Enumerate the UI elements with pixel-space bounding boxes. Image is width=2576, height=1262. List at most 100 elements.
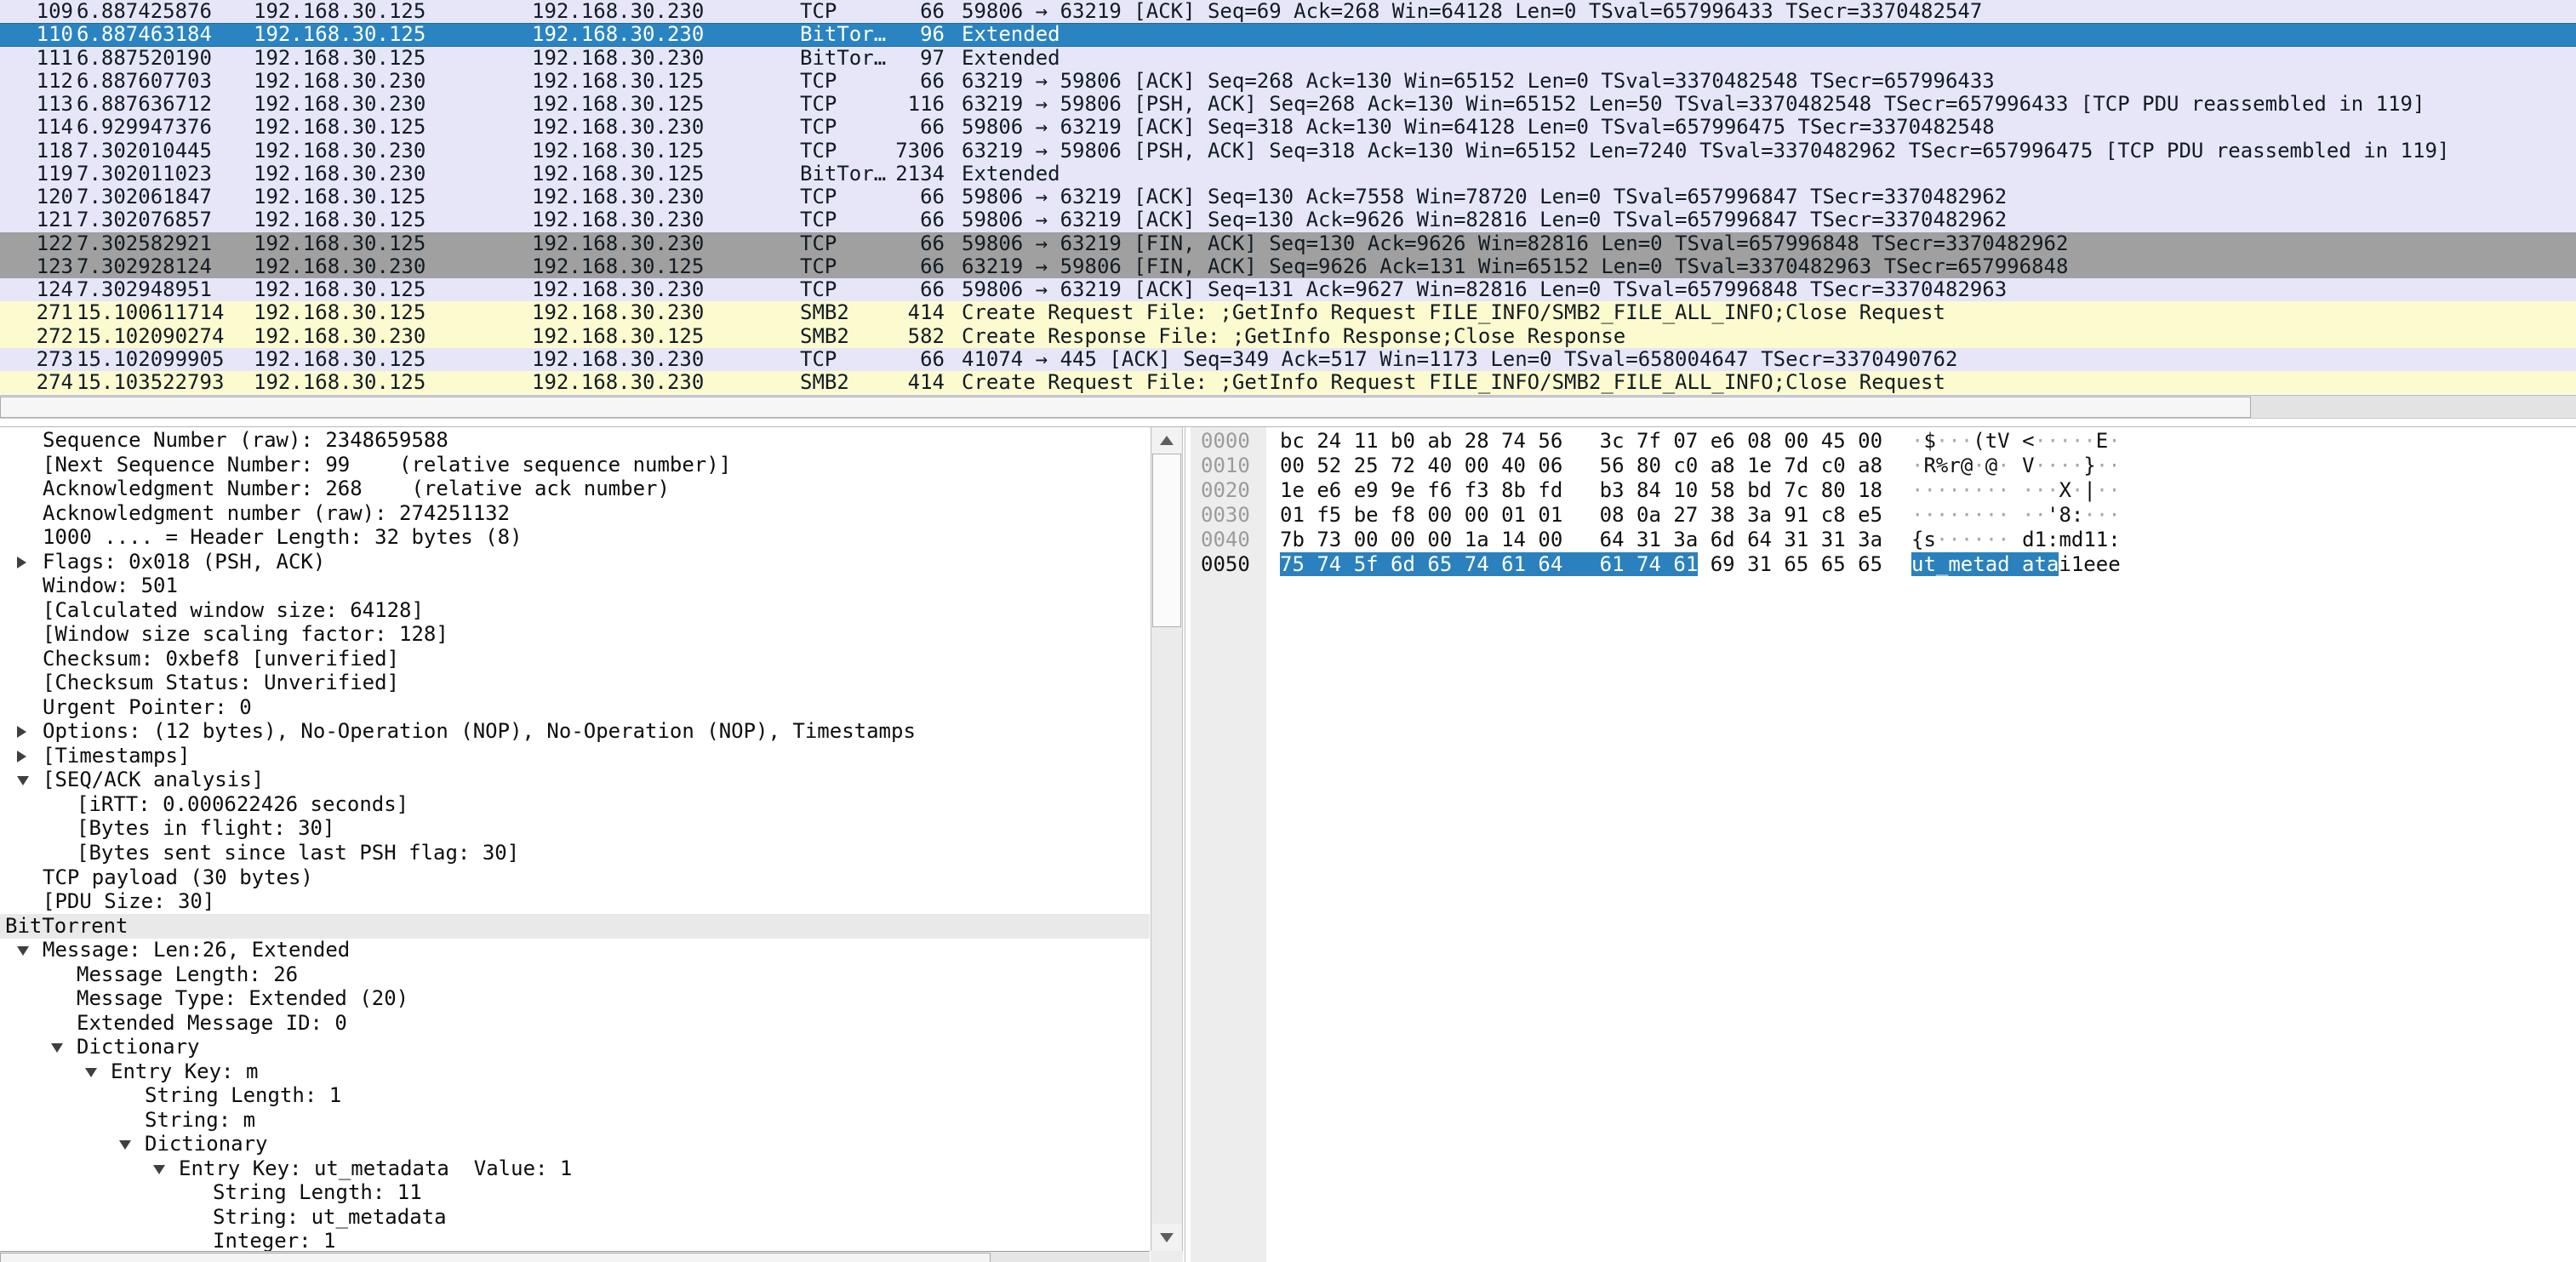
expand-arrow-icon[interactable]: [17, 726, 26, 738]
collapse-arrow-icon[interactable]: [17, 946, 29, 956]
detail-tree-row[interactable]: Entry Key: m: [0, 1059, 1150, 1084]
detail-tree-row[interactable]: Message: Len:26, Extended: [0, 938, 1150, 962]
hex-ascii[interactable]: ut_metad atai1eee: [1911, 552, 2121, 577]
collapse-arrow-icon[interactable]: [51, 1043, 63, 1053]
hex-bytes[interactable]: 7b 73 00 00 00 1a 14 00 64 31 3a 6d 64 3…: [1280, 528, 1882, 552]
hex-ascii[interactable]: ·$···(tV <·····E·: [1911, 429, 2121, 454]
detail-tree-row[interactable]: Checksum: 0xbef8 [unverified]: [0, 647, 1150, 671]
detail-tree-row[interactable]: [PDU Size: 30]: [0, 889, 1150, 914]
hex-bytes[interactable]: 01 f5 be f8 00 00 01 01 08 0a 27 38 3a 9…: [1280, 503, 1882, 528]
collapse-arrow-icon[interactable]: [85, 1068, 97, 1077]
cell-time: 15.102099905: [77, 348, 209, 371]
cell-source: 192.168.30.125: [254, 116, 517, 139]
packet-row[interactable]: 1187.302010445192.168.30.230192.168.30.1…: [0, 140, 2576, 163]
cell-time: 6.887607703: [77, 70, 209, 93]
detail-tree-row[interactable]: [iRTT: 0.000622426 seconds]: [0, 792, 1150, 817]
packet-row[interactable]: 27215.102090274192.168.30.230192.168.30.…: [0, 325, 2576, 348]
packet-row[interactable]: 1146.929947376192.168.30.125192.168.30.2…: [0, 116, 2576, 139]
packet-row[interactable]: 1237.302928124192.168.30.230192.168.30.1…: [0, 255, 2576, 278]
hex-bytes-rest[interactable]: 69 31 65 65 65: [1698, 552, 1882, 576]
detail-tree-row[interactable]: [SEQ/ACK analysis]: [0, 768, 1150, 792]
hex-ascii[interactable]: {s······ d1:md11:: [1911, 528, 2121, 552]
packet-row[interactable]: 1207.302061847192.168.30.125192.168.30.2…: [0, 186, 2576, 208]
details-vertical-scrollbar[interactable]: [1151, 427, 1183, 1251]
packet-list-hscroll-thumb[interactable]: [0, 397, 2251, 418]
packet-row[interactable]: 1197.302011023192.168.30.230192.168.30.1…: [0, 163, 2576, 186]
packet-row[interactable]: 27315.102099905192.168.30.125192.168.30.…: [0, 348, 2576, 371]
detail-tree-row[interactable]: Urgent Pointer: 0: [0, 695, 1150, 720]
detail-tree-row[interactable]: String Length: 11: [0, 1180, 1150, 1205]
detail-tree-row[interactable]: [Timestamps]: [0, 744, 1150, 768]
detail-tree-row[interactable]: Dictionary: [0, 1035, 1150, 1059]
detail-tree-row[interactable]: Flags: 0x018 (PSH, ACK): [0, 550, 1150, 574]
packet-row[interactable]: 1096.887425876192.168.30.125192.168.30.2…: [0, 0, 2576, 23]
detail-tree-row[interactable]: Entry Key: ut_metadata Value: 1: [0, 1156, 1150, 1181]
scroll-up-button[interactable]: [1152, 427, 1181, 454]
hex-row: 00407b 73 00 00 00 1a 14 00 64 31 3a 6d …: [1185, 528, 2576, 552]
detail-tree-row[interactable]: Window: 501: [0, 574, 1150, 598]
detail-tree-row[interactable]: Message Length: 26: [0, 962, 1150, 987]
arrow-up-icon: [1160, 436, 1174, 445]
cell-packet-number: 123: [0, 255, 73, 278]
detail-field-text: TCP payload (30 bytes): [43, 865, 313, 890]
hex-bytes-selected[interactable]: 75 74 5f 6d 65 74 61 64 61 74 61: [1280, 552, 1698, 576]
detail-tree-row[interactable]: Options: (12 bytes), No-Operation (NOP),…: [0, 719, 1150, 744]
detail-tree-row[interactable]: Acknowledgment Number: 268 (relative ack…: [0, 477, 1150, 501]
collapse-arrow-icon[interactable]: [119, 1140, 131, 1150]
packet-row[interactable]: 1217.302076857192.168.30.125192.168.30.2…: [0, 208, 2576, 231]
detail-tree-row[interactable]: [Calculated window size: 64128]: [0, 598, 1150, 623]
cell-info: 59806 → 63219 [ACK] Seq=131 Ack=9627 Win…: [962, 278, 2007, 301]
hex-ascii[interactable]: ·R%r@·@· V····}··: [1911, 454, 2121, 478]
hex-ascii-selected[interactable]: ut_metad ata: [1911, 552, 2059, 576]
detail-tree-row[interactable]: Message Type: Extended (20): [0, 986, 1150, 1011]
detail-tree-row[interactable]: Sequence Number (raw): 2348659588: [0, 428, 1150, 453]
detail-tree-row[interactable]: String Length: 1: [0, 1083, 1150, 1108]
cell-info: 63219 → 59806 [PSH, ACK] Seq=268 Ack=130…: [962, 93, 2425, 116]
cell-packet-number: 122: [0, 232, 73, 255]
hex-ascii[interactable]: ········ ···X·|··: [1911, 478, 2121, 503]
cell-length: 66: [813, 255, 945, 278]
packet-row[interactable]: 1136.887636712192.168.30.230192.168.30.1…: [0, 93, 2576, 116]
detail-tree-row[interactable]: 1000 .... = Header Length: 32 bytes (8): [0, 525, 1150, 550]
expand-arrow-icon[interactable]: [17, 557, 26, 568]
hex-ascii[interactable]: ········ ··'8:···: [1911, 503, 2121, 528]
packet-row[interactable]: 1116.887520190192.168.30.125192.168.30.2…: [0, 47, 2576, 70]
collapse-arrow-icon[interactable]: [17, 776, 29, 785]
cell-destination: 192.168.30.230: [532, 47, 796, 70]
details-hscroll-thumb[interactable]: [0, 1253, 991, 1262]
detail-tree-row[interactable]: [Next Sequence Number: 99 (relative sequ…: [0, 453, 1150, 477]
packet-row[interactable]: 27415.103522793192.168.30.125192.168.30.…: [0, 371, 2576, 394]
detail-tree-row[interactable]: [Bytes in flight: 30]: [0, 816, 1150, 841]
packet-row[interactable]: 1227.302582921192.168.30.125192.168.30.2…: [0, 232, 2576, 255]
detail-tree-row[interactable]: Acknowledgment number (raw): 274251132: [0, 501, 1150, 526]
detail-tree-row[interactable]: String: ut_metadata: [0, 1205, 1150, 1230]
hex-bytes[interactable]: 75 74 5f 6d 65 74 61 64 61 74 61 69 31 6…: [1280, 552, 1882, 577]
cell-packet-number: 110: [0, 23, 73, 46]
hex-bytes[interactable]: 00 52 25 72 40 00 40 06 56 80 c0 a8 1e 7…: [1280, 454, 1882, 478]
packet-row[interactable]: 1126.887607703192.168.30.230192.168.30.1…: [0, 70, 2576, 93]
cell-source: 192.168.30.125: [254, 0, 517, 23]
packet-row[interactable]: 1247.302948951192.168.30.125192.168.30.2…: [0, 278, 2576, 301]
expand-arrow-icon[interactable]: [17, 751, 26, 762]
detail-tree-row[interactable]: [Checksum Status: Unverified]: [0, 671, 1150, 695]
cell-time: 15.102090274: [77, 325, 209, 348]
cell-source: 192.168.30.230: [254, 140, 517, 163]
detail-tree-row[interactable]: TCP payload (30 bytes): [0, 865, 1150, 890]
hex-bytes[interactable]: 1e e6 e9 9e f6 f3 8b fd b3 84 10 58 bd 7…: [1280, 478, 1882, 503]
packet-row[interactable]: 27115.100611714192.168.30.125192.168.30.…: [0, 301, 2576, 324]
detail-tree-row[interactable]: [Bytes sent since last PSH flag: 30]: [0, 841, 1150, 865]
packet-list-horizontal-scrollbar[interactable]: [0, 395, 2576, 419]
scroll-down-button[interactable]: [1152, 1224, 1181, 1251]
detail-tree-row[interactable]: Integer: 1: [0, 1229, 1150, 1251]
detail-tree-row[interactable]: String: m: [0, 1108, 1150, 1133]
hex-bytes[interactable]: bc 24 11 b0 ab 28 74 56 3c 7f 07 e6 08 0…: [1280, 429, 1882, 454]
details-horizontal-scrollbar[interactable]: [0, 1251, 1150, 1262]
detail-tree-row[interactable]: [Window size scaling factor: 128]: [0, 622, 1150, 647]
detail-tree-row[interactable]: BitTorrent: [0, 914, 1150, 939]
collapse-arrow-icon[interactable]: [153, 1165, 165, 1174]
detail-tree-row[interactable]: Extended Message ID: 0: [0, 1011, 1150, 1036]
detail-tree-row[interactable]: Dictionary: [0, 1132, 1150, 1156]
hex-ascii-rest[interactable]: i1eee: [2059, 552, 2120, 576]
details-vscroll-thumb[interactable]: [1152, 454, 1181, 627]
packet-row[interactable]: 1106.887463184192.168.30.125192.168.30.2…: [0, 23, 2576, 46]
